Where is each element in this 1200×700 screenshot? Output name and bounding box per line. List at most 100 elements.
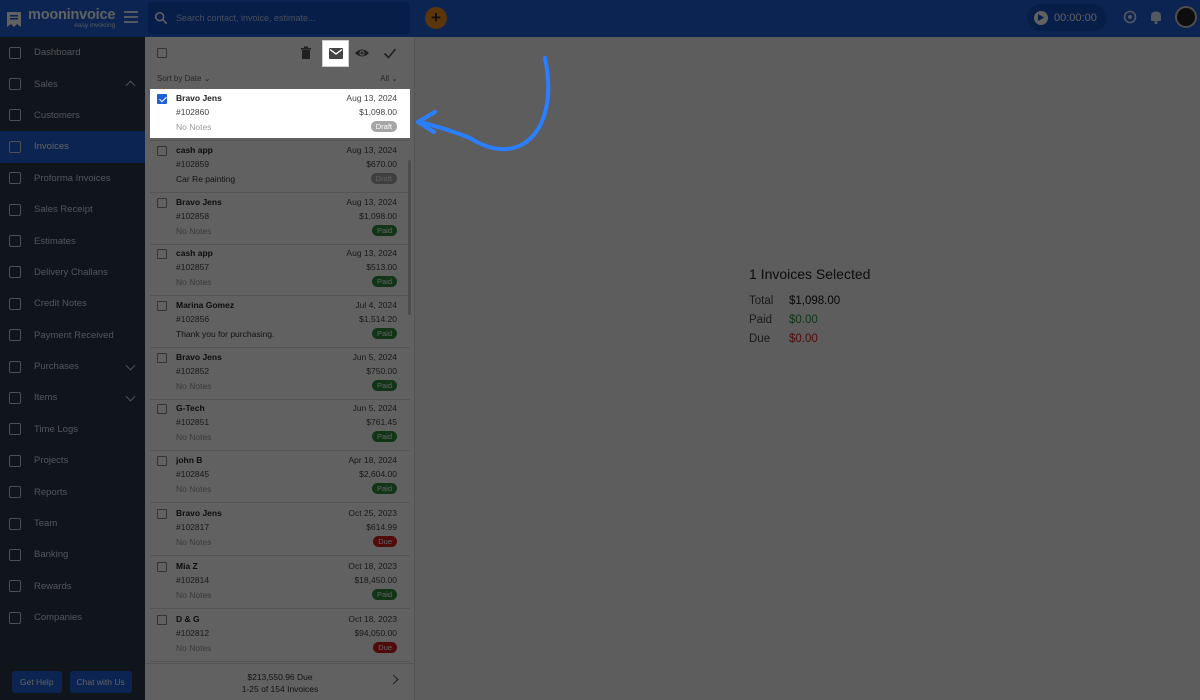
sidebar-item-time-logs[interactable]: Time Logs [0, 414, 145, 445]
chevron-down-icon[interactable] [125, 360, 136, 371]
search-input[interactable] [176, 13, 396, 23]
sidebar-item-label: Team [34, 518, 58, 530]
list-scrollbar[interactable] [408, 160, 411, 315]
invoice-row[interactable]: Marina Gomez #102856 Thank you for purchas… [150, 296, 410, 348]
search-bar[interactable] [148, 2, 410, 34]
sidebar-item-customers[interactable]: Customers [0, 100, 145, 131]
menu-icon[interactable] [124, 11, 138, 23]
eye-icon[interactable] [354, 45, 370, 61]
avatar[interactable] [1175, 6, 1197, 28]
sidebar-item-delivery-challans[interactable]: Delivery Challans [0, 257, 145, 288]
invoice-note: No Notes [176, 381, 212, 391]
row-checkbox[interactable] [157, 615, 167, 625]
select-all-checkbox[interactable] [157, 48, 167, 58]
total-label: Total [749, 294, 774, 307]
sidebar-item-dashboard[interactable]: Dashboard [0, 37, 145, 68]
row-checkbox[interactable] [157, 404, 167, 414]
status-badge: Draft [370, 121, 397, 132]
items-icon [9, 391, 21, 404]
row-checkbox[interactable] [157, 249, 167, 259]
status-badge: Paid [371, 276, 397, 287]
sidebar-item-rewards[interactable]: Rewards [0, 571, 145, 602]
logo-icon [7, 11, 21, 27]
invoice-date: Apr 18, 2024 [348, 455, 397, 465]
sort-dropdown[interactable]: Sort by Date ⌄ [157, 74, 210, 83]
add-new-button[interactable]: + [425, 7, 447, 29]
invoice-row[interactable]: Bravo Jens #102860 No Notes Aug 13, 2024 $1,… [150, 89, 410, 141]
timer[interactable]: 00:00:00 [1027, 4, 1107, 31]
sidebar-item-credit-notes[interactable]: Credit Notes [0, 288, 145, 319]
sidebar-item-sales[interactable]: Sales [0, 68, 145, 99]
invoice-number: #102852 [176, 366, 210, 376]
sidebar-item-label: Customers [34, 109, 80, 121]
invoice-amount: $1,098.00 [359, 211, 397, 221]
email-button[interactable] [322, 40, 349, 67]
sidebar-item-companies[interactable]: Companies [0, 602, 145, 633]
trash-icon[interactable] [298, 45, 314, 61]
customer-name: Marina Gomez [176, 300, 235, 310]
sidebar-item-banking[interactable]: Banking [0, 539, 145, 570]
invoice-row[interactable]: Bravo Jens #102852 No Notes Jun 5, 2024 $750… [150, 348, 410, 400]
estimates-icon [9, 235, 21, 248]
filter-dropdown[interactable]: All ⌄ [380, 74, 398, 83]
sidebar-item-payment-received[interactable]: Payment Received [0, 320, 145, 351]
row-checkbox[interactable] [157, 456, 167, 466]
purchases-icon [9, 360, 21, 373]
sidebar-item-label: Rewards [34, 580, 72, 592]
sidebar-item-purchases[interactable]: Purchases [0, 351, 145, 382]
invoice-note: Thank you for purchasing. [176, 329, 275, 339]
invoice-row[interactable]: cash app #102859 Car Re painting Aug 13, 20… [150, 141, 410, 193]
row-checkbox[interactable] [157, 146, 167, 156]
row-checkbox[interactable] [157, 301, 167, 311]
sidebar-item-reports[interactable]: Reports [0, 476, 145, 507]
check-icon[interactable] [382, 45, 398, 61]
sidebar-footer: Get Help Chat with Us [0, 663, 145, 700]
invoice-amount: $670.00 [366, 159, 397, 169]
get-help-button[interactable]: Get Help [12, 670, 62, 693]
sidebar: Dashboard Sales Customers Invoices Proforma … [0, 37, 145, 700]
sidebar-item-items[interactable]: Items [0, 382, 145, 413]
sidebar-item-estimates[interactable]: Estimates [0, 225, 145, 256]
chat-button[interactable]: Chat with Us [69, 670, 132, 693]
invoice-amount: $513.00 [366, 262, 397, 272]
settings-icon[interactable] [1122, 9, 1138, 25]
invoice-number: #102858 [176, 211, 210, 221]
sidebar-item-label: Purchases [34, 361, 79, 373]
row-checkbox[interactable] [157, 562, 167, 572]
sidebar-item-label: Estimates [34, 235, 76, 247]
chevron-up-icon[interactable] [125, 80, 136, 91]
row-checkbox[interactable] [157, 94, 167, 104]
invoice-number: #102857 [176, 262, 210, 272]
invoice-date: Aug 13, 2024 [346, 145, 397, 155]
status-badge: Paid [371, 589, 397, 600]
invoice-row[interactable]: Bravo Jens #102858 No Notes Aug 13, 2024 $1,… [150, 193, 410, 245]
customer-name: Mia Z [176, 561, 198, 571]
paid-label: Paid [749, 313, 773, 326]
invoice-row[interactable]: cash app #102857 No Notes Aug 13, 2024 $513.… [150, 244, 410, 296]
invoice-row[interactable]: G-Tech #102851 No Notes Jun 5, 2024 $761.45 P… [150, 399, 410, 451]
sidebar-item-invoices[interactable]: Invoices [0, 131, 145, 163]
bell-icon[interactable] [1148, 9, 1164, 25]
invoice-note: No Notes [176, 590, 212, 600]
invoice-row[interactable]: Bravo Jens #102817 No Notes Oct 25, 2023 $61… [150, 504, 410, 556]
play-icon[interactable] [1034, 10, 1048, 25]
row-checkbox[interactable] [157, 198, 167, 208]
invoice-note: No Notes [176, 226, 212, 236]
sidebar-item-label: Sales Receipt [34, 204, 93, 216]
sidebar-item-label: Proforma Invoices [34, 172, 111, 184]
sidebar-item-team[interactable]: Team [0, 508, 145, 539]
status-badge: Paid [371, 328, 397, 339]
row-checkbox[interactable] [157, 509, 167, 519]
invoice-date: Oct 25, 2023 [348, 508, 397, 518]
projects-icon [9, 454, 21, 467]
sidebar-item-projects[interactable]: Projects [0, 445, 145, 476]
row-checkbox[interactable] [157, 353, 167, 363]
sidebar-item-sales-receipt[interactable]: Sales Receipt [0, 194, 145, 225]
summary-total-row: Total $1,098.00 [749, 291, 870, 310]
sidebar-item-label: Sales [34, 78, 58, 90]
sidebar-item-proforma-invoices[interactable]: Proforma Invoices [0, 163, 145, 194]
invoice-row[interactable]: john B #102845 No Notes Apr 18, 2024 $2,604.… [150, 451, 410, 503]
chevron-down-icon[interactable] [125, 391, 136, 402]
invoice-row[interactable]: Mia Z #102814 No Notes Oct 18, 2023 $18,450.… [150, 557, 410, 609]
invoice-row[interactable]: D & G #102812 No Notes Oct 18, 2023 $94,050.… [150, 610, 410, 662]
